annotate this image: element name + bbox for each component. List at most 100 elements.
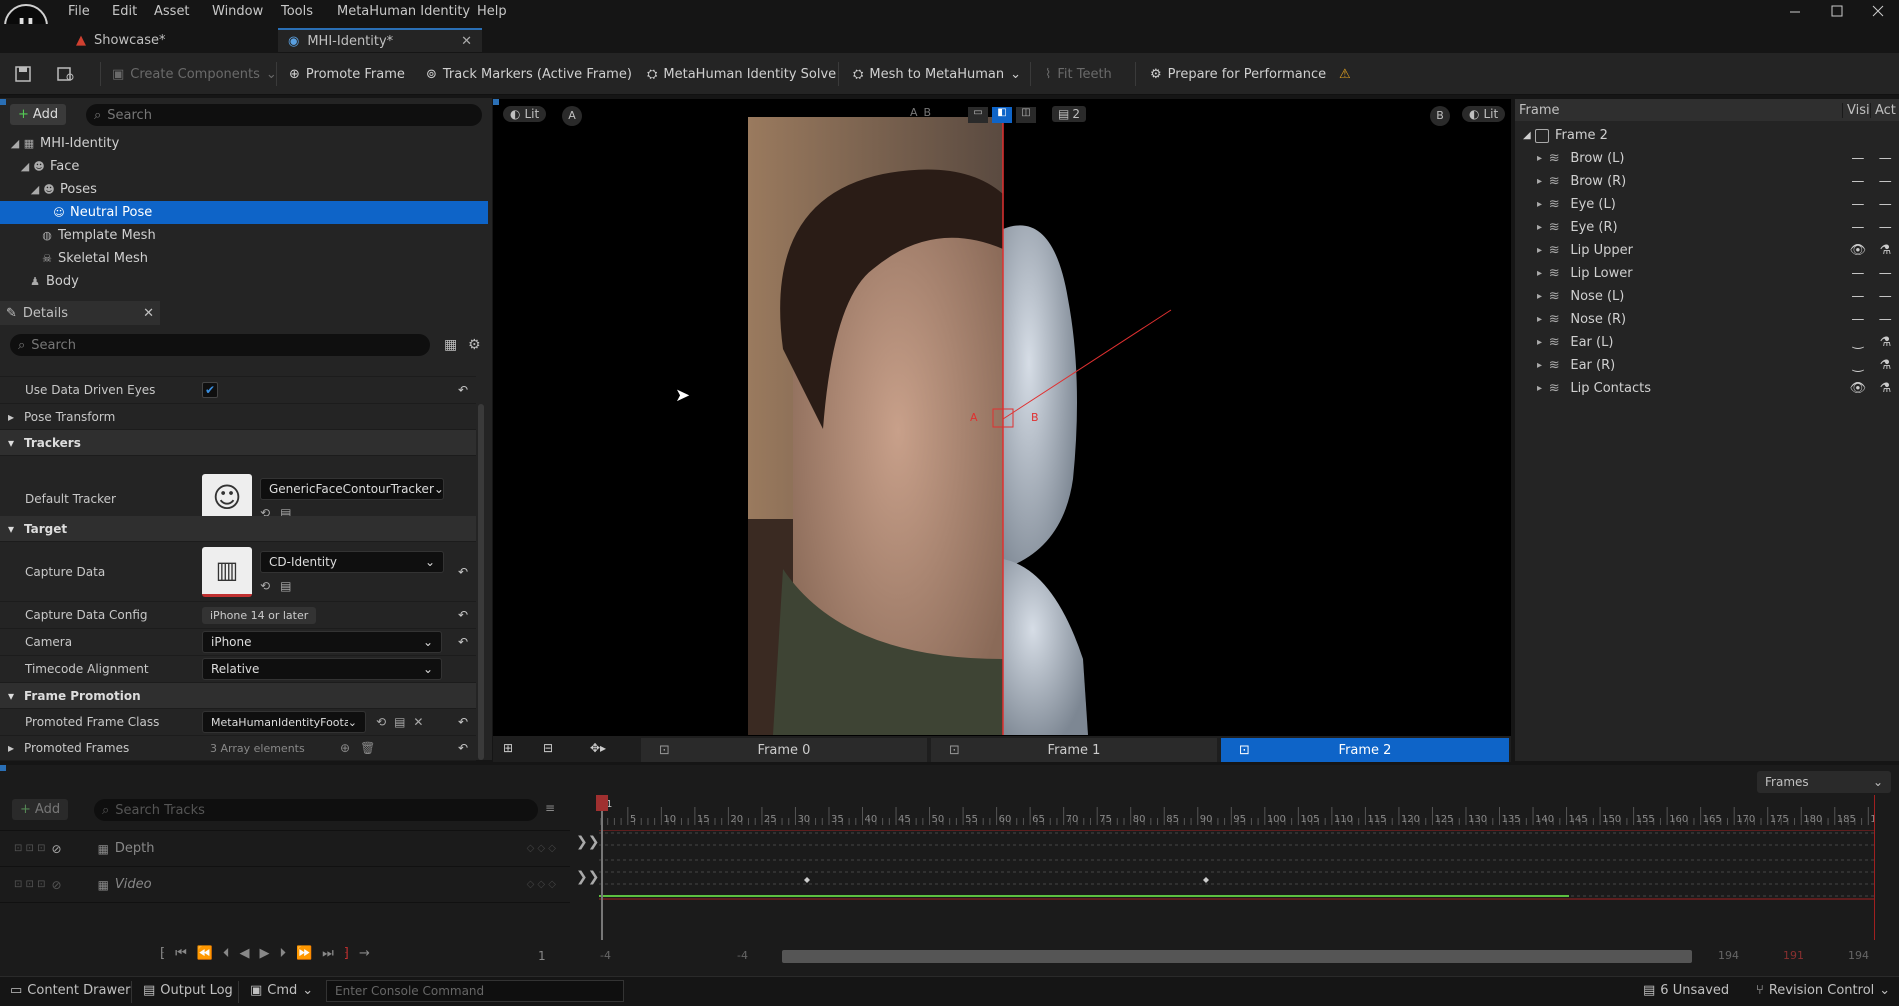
- dash-icon[interactable]: —: [1872, 266, 1899, 281]
- expand-arrow-icon[interactable]: ▸: [1537, 199, 1549, 210]
- expand-arrow-icon[interactable]: ◢: [18, 160, 32, 174]
- expand-arrow-icon[interactable]: ▸: [1537, 314, 1549, 325]
- table-view-icon[interactable]: ▦: [444, 337, 457, 353]
- marker-row[interactable]: ▸ ≋ Lip Lower — —: [1515, 262, 1899, 285]
- menu-file[interactable]: File: [68, 2, 90, 22]
- expand-arrow-icon[interactable]: ▸: [1537, 383, 1549, 394]
- frame-0-button[interactable]: ⊡ Frame 0: [641, 738, 927, 762]
- menu-window[interactable]: Window: [212, 2, 263, 22]
- flask-icon[interactable]: ⚗: [1872, 358, 1899, 373]
- track-lock-icon[interactable]: ⊡ ⊡ ⊡: [14, 843, 46, 854]
- use-selected-icon[interactable]: ⟲: [376, 715, 386, 729]
- prepare-performance-button[interactable]: ⚙ Prepare for Performance: [1150, 60, 1326, 88]
- lit-mode-right[interactable]: ◐ Lit: [1462, 106, 1506, 122]
- dash-icon[interactable]: —: [1844, 151, 1871, 166]
- play-reverse-icon[interactable]: ◀: [239, 946, 249, 961]
- tree-item-body[interactable]: ♟ Body: [0, 270, 488, 293]
- revision-control-button[interactable]: ⑂ Revision Control ⌄: [1756, 983, 1890, 998]
- close-tab-icon[interactable]: ✕: [461, 34, 472, 49]
- cmd-dropdown[interactable]: ▣ Cmd ⌄: [250, 983, 313, 998]
- expand-arrow-icon[interactable]: ▸: [1537, 176, 1549, 187]
- camera-dropdown[interactable]: iPhone ⌄: [202, 631, 442, 653]
- add-component-button[interactable]: + Add: [10, 104, 67, 125]
- collapse-arrow-icon[interactable]: ◢: [1523, 130, 1535, 141]
- expand-video-icon[interactable]: ❯❯: [576, 869, 599, 885]
- track-disable-icon[interactable]: ⊘: [52, 878, 62, 892]
- col-visibility[interactable]: Visi: [1842, 102, 1870, 118]
- remove-frame-icon[interactable]: ⊟: [543, 741, 553, 755]
- tree-item-template-mesh[interactable]: ◍ Template Mesh: [0, 224, 488, 247]
- track-row-depth[interactable]: ⊡ ⊡ ⊡ ⊘ ▦ Depth ◇ ◇ ◇: [0, 831, 570, 867]
- menu-edit[interactable]: Edit: [112, 2, 137, 22]
- use-selected-icon[interactable]: ⟲: [260, 579, 270, 593]
- last-frame-marker-icon[interactable]: ⁆: [344, 946, 349, 961]
- flask-icon[interactable]: ⚗: [1872, 243, 1899, 258]
- flask-icon[interactable]: ⚗: [1872, 381, 1899, 396]
- collapse-arrow-icon[interactable]: ▾: [8, 436, 20, 450]
- range-end-a[interactable]: 194: [1718, 949, 1739, 962]
- jump-end-icon[interactable]: ⏭: [322, 946, 334, 961]
- tree-item-skeletal-mesh[interactable]: ☠ Skeletal Mesh: [0, 247, 488, 270]
- add-track-button[interactable]: + Add: [12, 799, 69, 820]
- tree-item-neutral-pose[interactable]: ☺ Neutral Pose: [0, 201, 488, 224]
- eye-closed-icon[interactable]: ‿: [1844, 335, 1871, 350]
- playhead-line[interactable]: [601, 795, 603, 940]
- section-trackers[interactable]: ▾ Trackers: [0, 430, 476, 456]
- dash-icon[interactable]: —: [1872, 197, 1899, 212]
- marker-row[interactable]: ▸ ≋ Lip Upper 👁 ⚗: [1515, 239, 1899, 262]
- menu-help[interactable]: Help: [477, 2, 507, 22]
- content-drawer-button[interactable]: ▭ Content Drawer: [10, 983, 130, 998]
- capture-data-config-value[interactable]: iPhone 14 or later: [202, 606, 317, 624]
- tracker-dropdown[interactable]: GenericFaceContourTracker ⌄: [260, 477, 444, 500]
- clear-icon[interactable]: ✕: [413, 715, 423, 729]
- marker-row[interactable]: ▸ ≋ Eye (R) — —: [1515, 216, 1899, 239]
- step-forward-icon[interactable]: ⏵: [279, 946, 286, 961]
- reset-icon[interactable]: ↶: [458, 608, 468, 622]
- dash-icon[interactable]: —: [1872, 174, 1899, 189]
- single-view-icon[interactable]: ▭: [968, 107, 988, 123]
- eye-icon[interactable]: 👁: [1844, 381, 1871, 396]
- dash-icon[interactable]: —: [1844, 289, 1871, 304]
- expand-arrow-icon[interactable]: ◢: [28, 183, 42, 197]
- keyframe-nav-icon[interactable]: ◇ ◇ ◇: [527, 843, 556, 854]
- warning-icon[interactable]: ⚠: [1339, 60, 1351, 88]
- data-driven-eyes-checkbox[interactable]: ✔: [202, 382, 218, 398]
- close-window-icon[interactable]: [1871, 4, 1885, 18]
- wipe-view-icon[interactable]: ◧: [992, 107, 1012, 123]
- settings-icon[interactable]: ⚙: [468, 337, 481, 353]
- browse-asset-icon[interactable]: [56, 60, 76, 88]
- output-log-button[interactable]: ▤ Output Log: [143, 983, 233, 998]
- save-icon[interactable]: [14, 60, 32, 88]
- close-icon[interactable]: ✕: [143, 306, 154, 321]
- camera-frame-icon[interactable]: ✥▸: [590, 741, 606, 755]
- flask-icon[interactable]: ⚗: [1872, 335, 1899, 350]
- col-active[interactable]: Act: [1870, 102, 1898, 118]
- frame-1-button[interactable]: ⊡ Frame 1: [931, 738, 1217, 762]
- identity-solve-button[interactable]: ⛭ MetaHuman Identity Solve: [647, 60, 836, 88]
- timecode-dropdown[interactable]: Relative ⌄: [202, 658, 442, 680]
- promote-frame-button[interactable]: ⊕ Promote Frame: [289, 60, 405, 88]
- section-frame-promotion[interactable]: ▾ Frame Promotion: [0, 683, 476, 709]
- expand-depth-icon[interactable]: ❯❯: [576, 834, 599, 850]
- range-start-a[interactable]: -4: [600, 949, 611, 962]
- timeline-ruler[interactable]: 5 10 15 20 25 30 35 40 45 50 55 60 65 70 75 80 85 90 95 100…: [574, 795, 1874, 825]
- expand-arrow-icon[interactable]: ▸: [8, 741, 20, 755]
- reset-icon[interactable]: ↶: [458, 383, 468, 397]
- next-key-icon[interactable]: ⏩: [296, 946, 312, 961]
- range-end-mid[interactable]: 191: [1783, 949, 1804, 962]
- first-frame-marker-icon[interactable]: ⁅: [160, 946, 165, 961]
- details-tab[interactable]: ✎ Details ✕: [0, 301, 160, 325]
- view-b-button[interactable]: B: [1430, 106, 1450, 126]
- dash-icon[interactable]: —: [1844, 197, 1871, 212]
- ab-toggle[interactable]: AB: [910, 106, 931, 119]
- collapse-arrow-icon[interactable]: ▾: [8, 689, 20, 703]
- prev-key-icon[interactable]: ⏪: [197, 946, 213, 961]
- menu-tools[interactable]: Tools: [281, 2, 313, 22]
- step-back-icon[interactable]: ⏴: [223, 946, 230, 961]
- tab-showcase[interactable]: ▲ Showcase*: [66, 28, 276, 52]
- marker-row[interactable]: ▸ ≋ Lip Contacts 👁 ⚗: [1515, 377, 1899, 400]
- eye-icon[interactable]: 👁: [1844, 243, 1871, 258]
- delete-icon[interactable]: 🗑: [360, 741, 375, 755]
- play-icon[interactable]: ▶: [259, 946, 269, 961]
- detail-row-promoted-frames[interactable]: ▸ Promoted Frames 3 Array elements ⊕ 🗑 ↶: [0, 736, 476, 761]
